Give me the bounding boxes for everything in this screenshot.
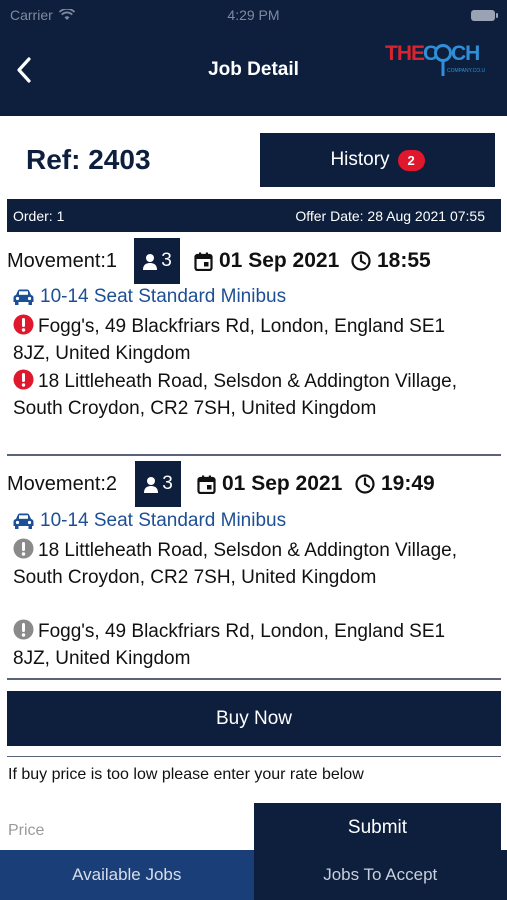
calendar-icon xyxy=(197,475,216,494)
movement-divider xyxy=(7,454,501,456)
car-icon xyxy=(13,513,34,529)
vehicle-type: 10-14 Seat Standard Minibus xyxy=(13,510,286,532)
history-count-badge: 2 xyxy=(397,149,425,171)
passenger-count-value: 3 xyxy=(162,473,173,494)
section-divider xyxy=(7,756,501,757)
status-bar: Carrier 4:29 PM xyxy=(0,5,507,25)
time-value: 19:49 xyxy=(381,472,435,495)
car-icon xyxy=(13,289,34,305)
battery-icon xyxy=(471,10,498,21)
pickup-address: 18 Littleheath Road, Selsdon & Addington… xyxy=(13,537,483,591)
order-number: Order: 1 xyxy=(13,208,65,224)
info-alert-icon xyxy=(13,538,34,559)
order-info-bar: Order: 1 Offer Date: 28 Aug 2021 07:55 xyxy=(7,199,501,232)
dropoff-address: Fogg's, 49 Blackfriars Rd, London, Engla… xyxy=(13,618,483,672)
vehicle-label: 10-14 Seat Standard Minibus xyxy=(40,510,287,531)
company-logo: THE C CH COMPANY.CO.UK xyxy=(385,42,485,76)
dropoff-text: 18 Littleheath Road, Selsdon & Addington… xyxy=(13,371,458,419)
rate-hint: If buy price is too low please enter you… xyxy=(8,766,364,783)
time-value: 18:55 xyxy=(377,249,431,272)
buy-now-button[interactable]: Buy Now xyxy=(7,691,501,746)
movement-date: 01 Sep 2021 xyxy=(197,472,342,496)
navigation-bar: Carrier 4:29 PM Job Detail THE C CH COMP… xyxy=(0,0,507,116)
vehicle-label: 10-14 Seat Standard Minibus xyxy=(40,286,287,307)
offer-date: Offer Date: 28 Aug 2021 07:55 xyxy=(295,208,485,224)
price-input[interactable] xyxy=(0,812,254,850)
svg-text:COMPANY.CO.UK: COMPANY.CO.UK xyxy=(447,68,485,74)
status-time: 4:29 PM xyxy=(227,7,280,23)
dropoff-address: 18 Littleheath Road, Selsdon & Addington… xyxy=(13,368,483,422)
date-value: 01 Sep 2021 xyxy=(219,249,340,272)
pickup-address: Fogg's, 49 Blackfriars Rd, London, Engla… xyxy=(13,313,483,367)
movement-label: Movement:1 xyxy=(7,250,118,272)
movement-time: 18:55 xyxy=(351,249,431,273)
svg-text:CH: CH xyxy=(451,42,479,65)
passenger-count: 3 xyxy=(135,461,181,507)
info-alert-icon xyxy=(13,619,34,640)
movement-time: 19:49 xyxy=(355,472,435,496)
alert-icon xyxy=(13,314,34,335)
movement-header: Movement:1 3 01 Sep 2021 18:55 xyxy=(7,238,501,284)
clock-icon xyxy=(355,474,375,494)
calendar-icon xyxy=(194,252,213,271)
tab-available-jobs[interactable]: Available Jobs xyxy=(0,850,254,900)
movement-divider xyxy=(7,678,501,680)
passenger-count: 3 xyxy=(134,238,180,284)
pickup-text: Fogg's, 49 Blackfriars Rd, London, Engla… xyxy=(13,316,446,364)
dropoff-text: Fogg's, 49 Blackfriars Rd, London, Engla… xyxy=(13,621,446,669)
history-label: History xyxy=(330,149,390,170)
vehicle-type: 10-14 Seat Standard Minibus xyxy=(13,286,286,308)
job-reference: Ref: 2403 xyxy=(26,144,151,175)
tab-jobs-to-accept[interactable]: Jobs To Accept xyxy=(253,850,507,900)
movement-label: Movement:2 xyxy=(7,473,118,495)
date-value: 01 Sep 2021 xyxy=(222,472,343,495)
pickup-text: 18 Littleheath Road, Selsdon & Addington… xyxy=(13,540,458,588)
person-icon xyxy=(143,253,158,270)
clock-icon xyxy=(351,251,371,271)
alert-icon xyxy=(13,369,34,390)
movement-header: Movement:2 3 01 Sep 2021 19:49 xyxy=(7,461,501,507)
history-button[interactable]: History 2 xyxy=(260,133,495,187)
person-icon xyxy=(144,476,159,493)
submit-button[interactable]: Submit xyxy=(254,803,501,853)
svg-text:THE: THE xyxy=(385,42,425,65)
tab-bar: Available Jobs Jobs To Accept xyxy=(0,850,507,900)
movement-date: 01 Sep 2021 xyxy=(194,249,339,273)
passenger-count-value: 3 xyxy=(161,250,172,271)
